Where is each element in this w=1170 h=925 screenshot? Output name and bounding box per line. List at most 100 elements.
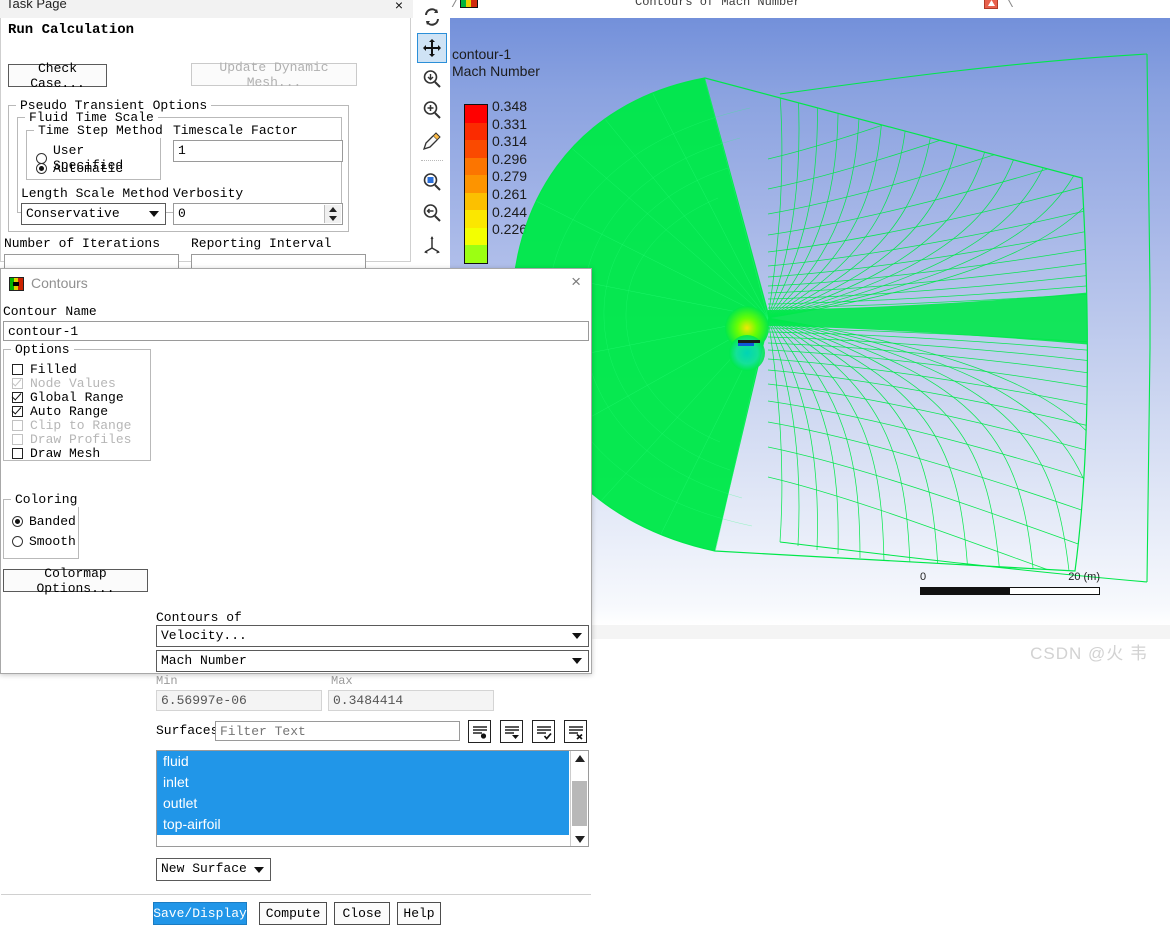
surfaces-filter-input[interactable] bbox=[215, 721, 460, 741]
surfaces-list[interactable]: fluid inlet outlet top-airfoil bbox=[156, 750, 589, 847]
zoom-to-fit-icon[interactable] bbox=[417, 64, 447, 94]
close-icon[interactable]: × bbox=[395, 0, 403, 13]
verbosity-value: 0 bbox=[178, 206, 186, 221]
help-button[interactable]: Help bbox=[397, 902, 441, 925]
dialog-titlebar: Contours × bbox=[1, 269, 591, 299]
option-label: Clip to Range bbox=[30, 418, 132, 433]
coloring-legend: Coloring bbox=[11, 492, 82, 507]
scrollbar-thumb[interactable] bbox=[572, 781, 587, 826]
select-none-icon[interactable] bbox=[468, 720, 491, 743]
close-icon[interactable]: × bbox=[571, 273, 581, 290]
option-label: Global Range bbox=[30, 390, 124, 405]
scroll-up-icon[interactable] bbox=[571, 751, 588, 765]
task-page-panel: Task Page × Run Calculation Check Case..… bbox=[0, 0, 413, 272]
contour-tab-icon bbox=[460, 0, 478, 8]
stepper-down-icon[interactable] bbox=[325, 214, 341, 223]
new-surface-button[interactable]: New Surface bbox=[156, 858, 271, 881]
time-step-method-group: Time Step Method User Specified Automati… bbox=[26, 123, 167, 180]
contours-of-label: Contours of bbox=[156, 610, 242, 625]
contour-name-label: Contour Name bbox=[3, 304, 97, 319]
contours-of-category-value: Velocity... bbox=[161, 628, 247, 643]
compute-button[interactable]: Compute bbox=[259, 902, 327, 925]
zoom-in-icon[interactable] bbox=[417, 95, 447, 125]
close-icon[interactable] bbox=[984, 0, 998, 9]
option-draw-profiles: Draw Profiles bbox=[12, 432, 131, 447]
contour-name-input[interactable]: contour-1 bbox=[3, 321, 589, 341]
radio-indicator bbox=[12, 536, 23, 547]
graphics-toolbar bbox=[414, 0, 451, 262]
checkbox-indicator bbox=[12, 434, 23, 445]
radio-automatic[interactable]: Automatic bbox=[36, 161, 123, 176]
max-input: 0.3484414 bbox=[328, 690, 494, 711]
list-item[interactable]: fluid bbox=[157, 751, 569, 772]
option-global-range[interactable]: Global Range bbox=[12, 390, 124, 405]
length-scale-method-select[interactable]: Conservative bbox=[21, 203, 166, 225]
check-case-button[interactable]: Check Case... bbox=[8, 61, 107, 91]
option-label: Filled bbox=[30, 362, 77, 377]
radio-label: Banded bbox=[29, 514, 76, 529]
task-page-body: Run Calculation Check Case... Update Dyn… bbox=[0, 18, 411, 272]
surfaces-scrollbar[interactable] bbox=[570, 751, 588, 846]
select-filtered-icon[interactable] bbox=[500, 720, 523, 743]
graphics-tabbar: / Contours of Mach Number \ bbox=[450, 0, 1170, 18]
checkbox-indicator bbox=[12, 392, 23, 403]
list-item[interactable]: top-airfoil bbox=[157, 814, 569, 835]
pan-icon[interactable] bbox=[417, 33, 447, 63]
axes-icon[interactable] bbox=[417, 229, 447, 259]
radio-label: Automatic bbox=[53, 161, 124, 176]
verbosity-stepper[interactable] bbox=[324, 205, 341, 223]
checkbox-indicator bbox=[12, 378, 23, 389]
option-label: Node Values bbox=[30, 376, 116, 391]
select-all-icon[interactable] bbox=[532, 720, 555, 743]
tab-slash-left: / bbox=[451, 0, 459, 11]
zoom-out-icon[interactable] bbox=[417, 198, 447, 228]
length-scale-method-label: Length Scale Method bbox=[21, 186, 170, 201]
save-display-button[interactable]: Save/Display bbox=[153, 902, 247, 925]
scroll-down-icon[interactable] bbox=[571, 832, 588, 846]
new-surface-label: New Surface bbox=[161, 861, 247, 876]
radio-indicator bbox=[36, 163, 47, 174]
option-clip-to-range: Clip to Range bbox=[12, 418, 131, 433]
option-label: Auto Range bbox=[30, 404, 109, 419]
list-item[interactable]: outlet bbox=[157, 793, 569, 814]
option-auto-range[interactable]: Auto Range bbox=[12, 404, 108, 419]
zoom-to-region-icon[interactable] bbox=[417, 167, 447, 197]
min-input: 6.56997e-06 bbox=[156, 690, 322, 711]
radio-smooth[interactable]: Smooth bbox=[12, 534, 76, 549]
stepper-up-icon[interactable] bbox=[325, 205, 341, 214]
radio-banded[interactable]: Banded bbox=[12, 514, 76, 529]
watermark: CSDN @火 韦 bbox=[1030, 644, 1148, 663]
options-group: Options Filled Node Values Global Range Aut… bbox=[3, 342, 151, 461]
update-dynamic-mesh-button: Update Dynamic Mesh... bbox=[191, 60, 357, 90]
deselect-all-icon[interactable] bbox=[564, 720, 587, 743]
timescale-factor-input[interactable]: 1 bbox=[173, 140, 343, 162]
contours-of-variable-select[interactable]: Mach Number bbox=[156, 650, 589, 672]
dialog-title: Contours bbox=[31, 275, 88, 291]
options-legend: Options bbox=[11, 342, 74, 357]
scale-bar-graphic bbox=[920, 587, 1100, 595]
page-title: Run Calculation bbox=[8, 22, 135, 38]
time-step-method-legend: Time Step Method bbox=[34, 123, 167, 138]
list-item[interactable]: inlet bbox=[157, 772, 569, 793]
graphics-tab-title: Contours of Mach Number bbox=[635, 0, 801, 9]
tab-slash-right: \ bbox=[1006, 0, 1014, 11]
radio-indicator bbox=[12, 516, 23, 527]
dialog-separator bbox=[1, 894, 591, 895]
verbosity-input[interactable]: 0 bbox=[173, 203, 343, 225]
checkbox-indicator bbox=[12, 406, 23, 417]
verbosity-label: Verbosity bbox=[173, 186, 244, 201]
chevron-down-icon bbox=[572, 633, 582, 639]
option-draw-mesh[interactable]: Draw Mesh bbox=[12, 446, 100, 461]
scale-bar: 0 20 (m) bbox=[920, 571, 1100, 595]
contours-dialog: Contours × Contour Name contour-1 Option… bbox=[0, 268, 592, 925]
contours-of-category-select[interactable]: Velocity... bbox=[156, 625, 589, 647]
rotate-icon[interactable] bbox=[417, 2, 447, 32]
probe-eyedropper-icon[interactable] bbox=[417, 126, 447, 156]
colormap-options-button[interactable]: Colormap Options... bbox=[3, 566, 148, 596]
chevron-down-icon bbox=[572, 658, 582, 664]
contours-app-icon bbox=[9, 277, 24, 291]
option-filled[interactable]: Filled bbox=[12, 362, 77, 377]
close-button[interactable]: Close bbox=[334, 902, 390, 925]
task-page-title: Task Page bbox=[6, 0, 67, 11]
option-node-values: Node Values bbox=[12, 376, 116, 391]
